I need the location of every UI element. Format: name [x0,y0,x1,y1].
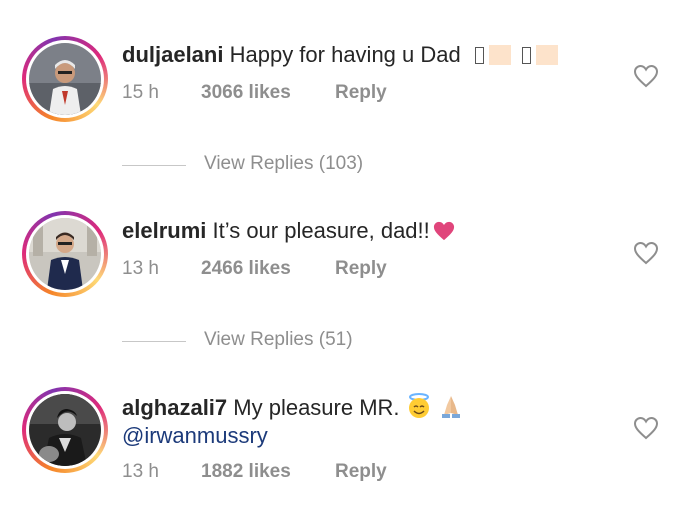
avatar-photo [29,394,101,466]
comment-text: alghazali7 My pleasure MR. [122,393,464,423]
avatar[interactable] [22,387,108,473]
comment-body: My pleasure MR. [227,395,400,420]
heart-icon[interactable] [633,416,659,440]
reply-button[interactable]: Reply [335,461,387,483]
mention-link[interactable]: @irwanmussry [122,423,268,448]
comment-time: 13 h [122,461,159,482]
comment-item: alghazali7 My pleasure MR. @irwanmussry … [0,0,700,513]
smiling-face-with-halo-emoji [408,393,429,418]
comment-text-continued: @irwanmussry [122,421,268,451]
folded-hands-emoji [441,396,460,418]
comment-username[interactable]: alghazali7 [122,395,227,420]
comment-likes[interactable]: 1882 likes [201,461,291,483]
